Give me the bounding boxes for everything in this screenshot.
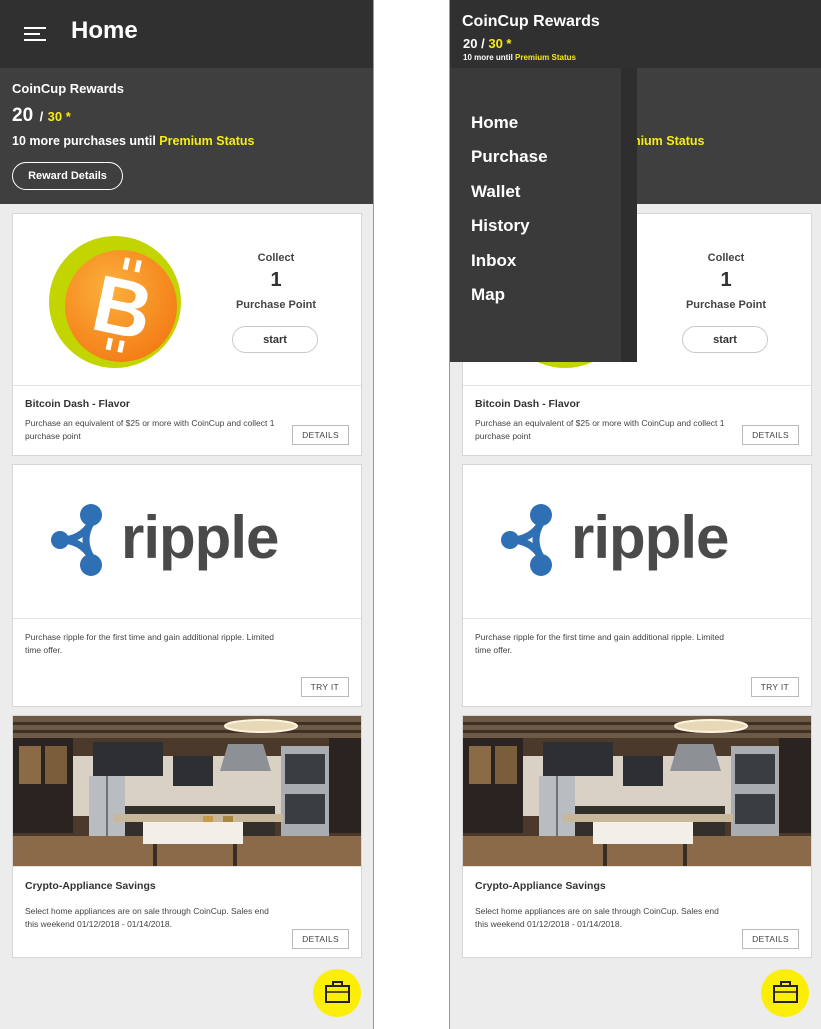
kitchen-photo xyxy=(13,716,361,867)
menu-item-purchase[interactable]: Purchase xyxy=(471,147,548,167)
drawer-current-points: 20 xyxy=(463,36,478,51)
drawer-status-text: 10 more until Premium Status xyxy=(463,53,576,62)
details-button[interactable]: DETAILS xyxy=(742,425,799,445)
details-button[interactable]: DETAILS xyxy=(292,425,349,445)
try-it-button[interactable]: TRY IT xyxy=(300,677,349,697)
ripple-card-media: ripple xyxy=(463,465,811,619)
ripple-logo-icon: ripple xyxy=(501,504,729,576)
reward-details-button[interactable]: Reward Details xyxy=(12,162,123,190)
briefcase-icon xyxy=(325,981,350,1003)
collect-value: 1 xyxy=(270,269,282,291)
status-highlight: Premium Status xyxy=(159,134,255,148)
kitchen-image xyxy=(13,716,361,866)
rewards-summary: CoinCup Rewards 20 / 30 * 10 more purcha… xyxy=(0,68,373,204)
drawer-points-counter: 20 / 30 * xyxy=(463,36,511,51)
target-points: 30 * xyxy=(47,109,71,124)
collect-unit: Purchase Point xyxy=(235,299,317,311)
drawer-target-points: 30 * xyxy=(488,36,512,51)
collect-value: 1 xyxy=(720,269,732,291)
try-it-button[interactable]: TRY IT xyxy=(750,677,799,697)
home-screen-drawer-open: CoinCup Rewards 20 / 30 * 10 more purcha… xyxy=(449,0,821,1029)
card-description: Select home appliances are on sale throu… xyxy=(475,906,719,929)
drawer-title: CoinCup Rewards xyxy=(462,13,600,30)
ripple-offer-card: ripple Purchase ripple for the first tim… xyxy=(462,464,812,707)
collect-unit: Purchase Point xyxy=(685,299,767,311)
navigation-drawer: Home Purchase Wallet History Inbox Map xyxy=(450,68,637,362)
current-points: 20 xyxy=(12,105,34,126)
drawer-status-highlight: Premium Status xyxy=(515,53,576,62)
collect-label: Collect xyxy=(257,252,295,264)
kitchen-image xyxy=(463,716,811,866)
svg-text:ripple: ripple xyxy=(121,504,278,571)
card-description: Select home appliances are on sale throu… xyxy=(25,906,269,929)
wallet-fab-button[interactable] xyxy=(313,969,361,1017)
card-description: Purchase an equivalent of $25 or more wi… xyxy=(475,418,725,441)
details-button[interactable]: DETAILS xyxy=(292,929,349,949)
start-button[interactable]: start xyxy=(232,326,318,353)
appliance-offer-card: Crypto-Appliance Savings Select home app… xyxy=(462,715,812,958)
bitcoin-card-media: B Collect 1 Purchase Point start xyxy=(13,214,361,386)
svg-text:ripple: ripple xyxy=(571,504,728,571)
points-counter: 20 / 30 * xyxy=(12,105,71,127)
menu-item-history[interactable]: History xyxy=(471,216,530,236)
kitchen-photo xyxy=(463,716,811,867)
ripple-logo-icon: ripple xyxy=(51,504,279,576)
points-separator: / xyxy=(39,109,44,124)
start-button[interactable]: start xyxy=(682,326,768,353)
appliance-offer-card: Crypto-Appliance Savings Select home app… xyxy=(12,715,362,958)
card-description: Purchase ripple for the first time and g… xyxy=(475,632,724,655)
bitcoin-logo-icon: B xyxy=(49,236,181,368)
status-prefix: 10 more purchases until xyxy=(12,134,156,148)
wallet-fab-button[interactable] xyxy=(761,969,809,1017)
details-button[interactable]: DETAILS xyxy=(742,929,799,949)
drawer-points-separator: / xyxy=(481,36,485,51)
page-title: Home xyxy=(71,17,138,44)
premium-status-text: 10 more purchases until Premium Status xyxy=(12,134,254,148)
card-title: Bitcoin Dash - Flavor xyxy=(25,398,131,410)
menu-item-map[interactable]: Map xyxy=(471,285,505,305)
card-title: Bitcoin Dash - Flavor xyxy=(475,398,581,410)
bitcoin-offer-card: B Collect 1 Purchase Point start Bitcoin… xyxy=(12,213,362,456)
menu-item-wallet[interactable]: Wallet xyxy=(471,182,520,202)
drawer-header: CoinCup Rewards 20 / 30 * 10 more until … xyxy=(450,0,821,68)
card-title: Crypto-Appliance Savings xyxy=(25,880,156,892)
drawer-status-prefix: 10 more until xyxy=(463,53,513,62)
ripple-offer-card: ripple Purchase ripple for the first tim… xyxy=(12,464,362,707)
top-app-bar: Home xyxy=(0,0,373,68)
menu-item-inbox[interactable]: Inbox xyxy=(471,251,516,271)
card-title: Crypto-Appliance Savings xyxy=(475,880,606,892)
card-description: Purchase ripple for the first time and g… xyxy=(25,632,274,655)
ripple-card-media: ripple xyxy=(13,465,361,619)
collect-label: Collect xyxy=(707,252,745,264)
home-screen: Home CoinCup Rewards 20 / 30 * 10 more p… xyxy=(0,0,374,1029)
hamburger-icon[interactable] xyxy=(24,24,46,42)
card-description: Purchase an equivalent of $25 or more wi… xyxy=(25,418,275,441)
rewards-title: CoinCup Rewards xyxy=(12,81,124,96)
menu-item-home[interactable]: Home xyxy=(471,113,518,133)
briefcase-icon xyxy=(773,981,798,1003)
